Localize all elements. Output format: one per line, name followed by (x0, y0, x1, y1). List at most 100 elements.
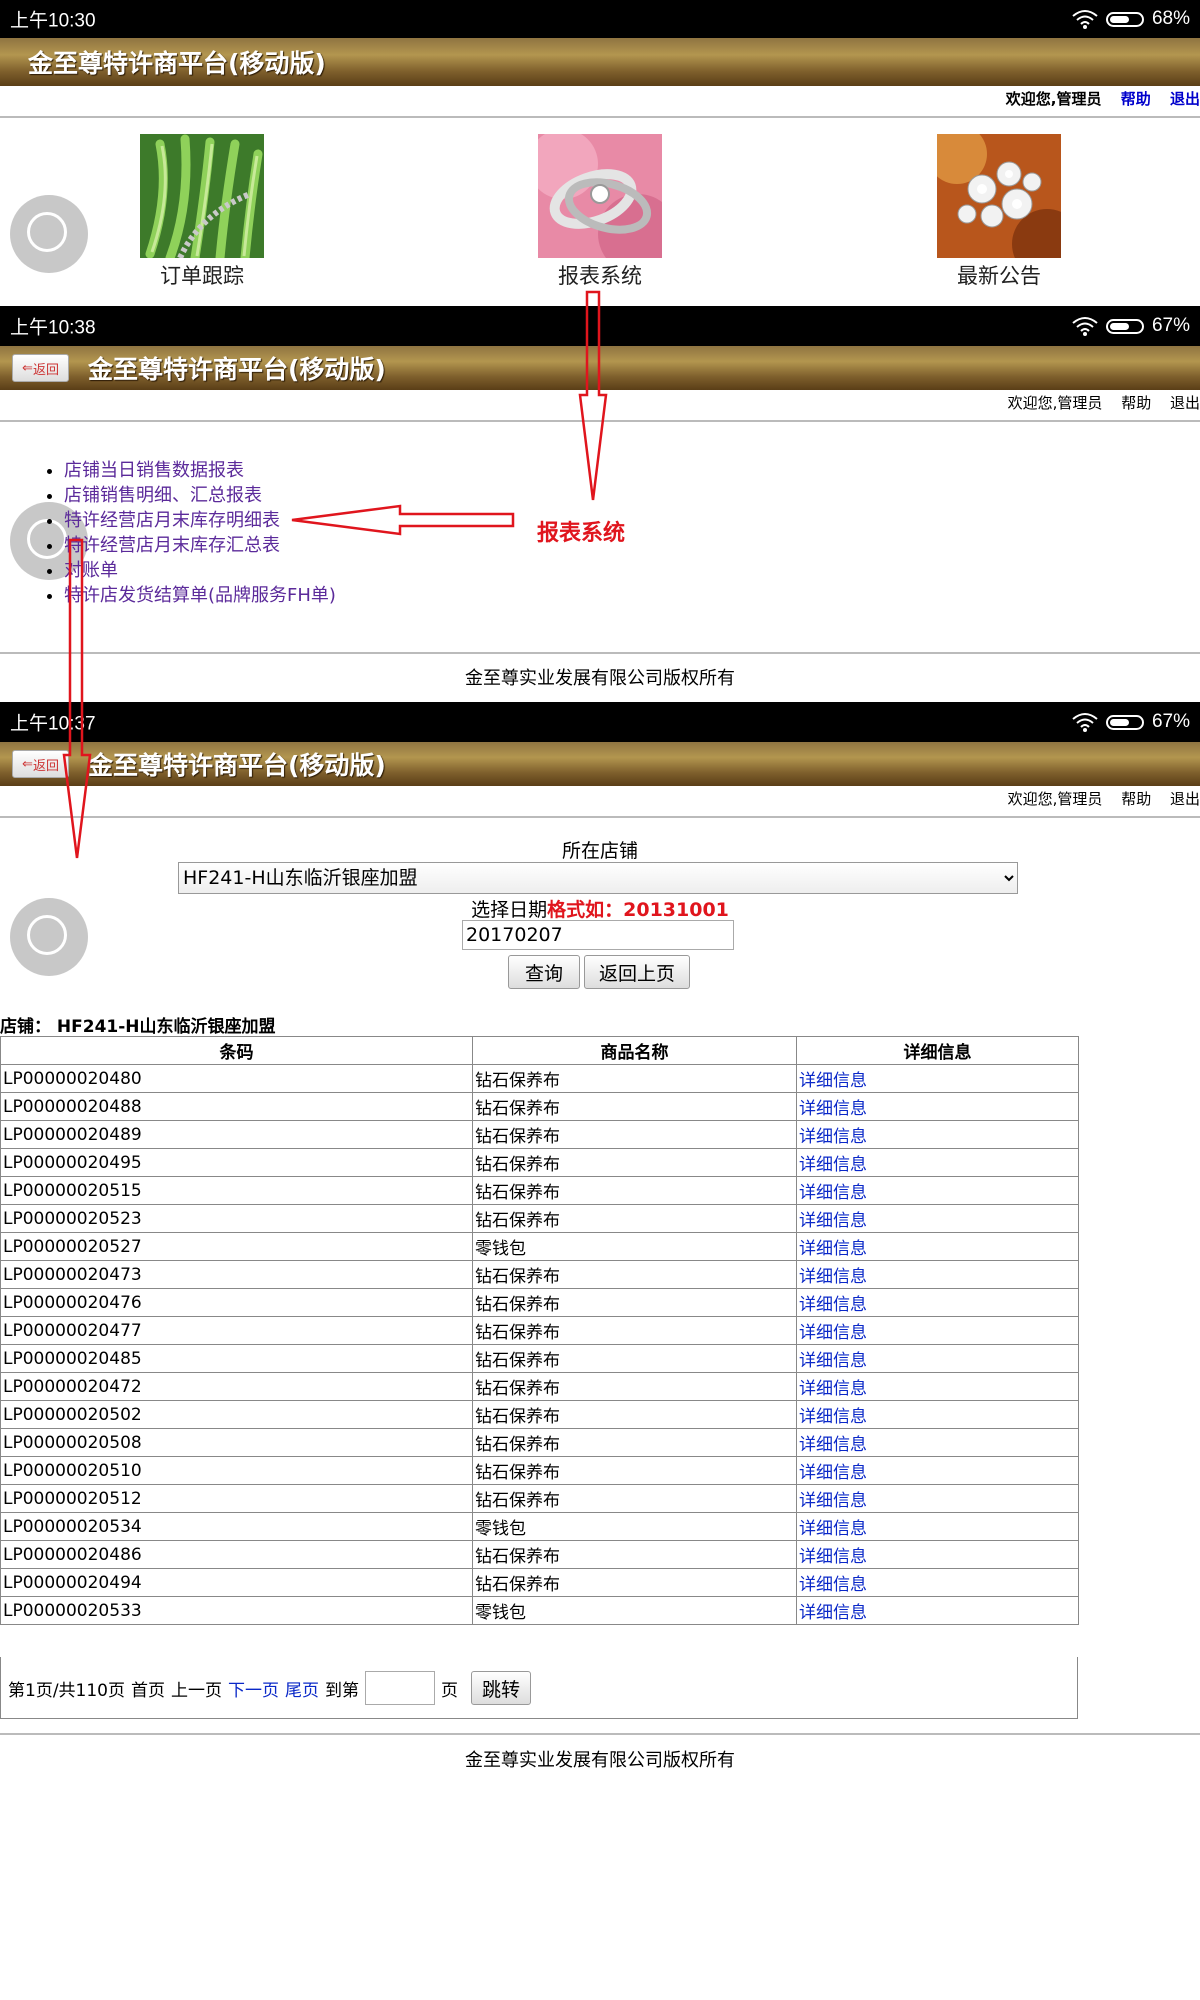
report-link[interactable]: 店铺当日销售数据报表 (64, 460, 244, 481)
welcome-text: 欢迎您,管理员 (1007, 790, 1103, 808)
detail-link[interactable]: 详细信息 (799, 1575, 867, 1595)
detail-cell: 详细信息 (796, 1316, 1079, 1345)
store-select[interactable]: HF241-H山东临沂银座加盟 (178, 862, 1018, 894)
jump-button[interactable]: 跳转 (471, 1671, 532, 1705)
table-row: LP00000020473 钻石保养布 详细信息 (0, 1260, 1079, 1289)
barcode-cell: LP00000020512 (0, 1484, 473, 1513)
report-menu-item[interactable]: 特许经营店月末库存汇总表 (64, 533, 336, 558)
back-page-button[interactable]: 返回上页 (584, 955, 690, 989)
copyright-footer: 金至尊实业发展有限公司版权所有 (465, 668, 735, 689)
detail-link[interactable]: 详细信息 (799, 1127, 867, 1147)
detail-link[interactable]: 详细信息 (799, 1407, 867, 1427)
store-label: 所在店铺 (561, 840, 638, 862)
wifi-icon (1072, 316, 1098, 336)
status-bar-3: 上午10:37 67% (0, 702, 1200, 742)
detail-link[interactable]: 详细信息 (799, 1211, 867, 1231)
app-header-2: ⇐ 返回 金至尊特许商平台(移动版) (0, 346, 1200, 390)
app-title: 金至尊特许商平台(移动版) (28, 49, 326, 78)
detail-link[interactable]: 详细信息 (799, 1603, 867, 1623)
user-bar-3: 欢迎您,管理员 帮助 退出 (994, 788, 1200, 809)
app-title: 金至尊特许商平台(移动版) (88, 355, 386, 384)
inventory-table: 条码 商品名称 详细信息 LP00000020480 钻石保养布 详细信息 LP000… (0, 1036, 1079, 1625)
first-page-label: 首页 (131, 1680, 165, 1701)
status-time: 上午10:38 (10, 317, 96, 339)
detail-link[interactable]: 详细信息 (799, 1099, 867, 1119)
table-row: LP00000020533 零钱包 详细信息 (0, 1596, 1079, 1625)
floating-assist-button[interactable] (10, 195, 88, 273)
barcode-cell: LP00000020485 (0, 1344, 473, 1373)
help-link[interactable]: 帮助 (1121, 394, 1151, 412)
table-row: LP00000020508 钻石保养布 详细信息 (0, 1428, 1079, 1457)
report-link[interactable]: 特许经营店月末库存汇总表 (64, 535, 280, 556)
detail-link[interactable]: 详细信息 (799, 1491, 867, 1511)
table-row: LP00000020488 钻石保养布 详细信息 (0, 1092, 1079, 1121)
divider (0, 652, 1200, 654)
report-link[interactable]: 对账单 (64, 560, 118, 581)
barcode-cell: LP00000020486 (0, 1540, 473, 1569)
help-link[interactable]: 帮助 (1121, 790, 1151, 808)
app-header-3: ⇐ 返回 金至尊特许商平台(移动版) (0, 742, 1200, 786)
report-menu-item[interactable]: 特许店发货结算单(品牌服务FH单) (64, 583, 336, 608)
barcode-cell: LP00000020515 (0, 1176, 473, 1205)
report-link[interactable]: 特许店发货结算单(品牌服务FH单) (64, 585, 336, 606)
detail-link[interactable]: 详细信息 (799, 1295, 867, 1315)
report-link[interactable]: 特许经营店月末库存明细表 (64, 510, 280, 531)
detail-cell: 详细信息 (796, 1428, 1079, 1457)
last-page-link[interactable]: 尾页 (285, 1676, 319, 1701)
barcode-cell: LP00000020494 (0, 1568, 473, 1597)
report-link[interactable]: 店铺销售明细、汇总报表 (64, 485, 262, 506)
logout-link[interactable]: 退出 (1170, 90, 1200, 108)
table-row: LP00000020534 零钱包 详细信息 (0, 1512, 1079, 1541)
detail-link[interactable]: 详细信息 (799, 1071, 867, 1091)
pagination-bar: 第1页/共110页 首页 上一页 下一页 尾页 到第 页 跳转 (0, 1657, 1078, 1719)
detail-link[interactable]: 详细信息 (799, 1379, 867, 1399)
app-title: 金至尊特许商平台(移动版) (88, 751, 386, 780)
detail-link[interactable]: 详细信息 (799, 1351, 867, 1371)
detail-link[interactable]: 详细信息 (799, 1239, 867, 1259)
report-menu-item[interactable]: 店铺销售明细、汇总报表 (64, 483, 336, 508)
barcode-cell: LP00000020523 (0, 1204, 473, 1233)
table-header-row: 条码 商品名称 详细信息 (0, 1036, 1079, 1065)
report-menu-item[interactable]: 特许经营店月末库存明细表 (64, 508, 336, 533)
product-name-cell: 钻石保养布 (472, 1120, 797, 1149)
table-row: LP00000020495 钻石保养布 详细信息 (0, 1148, 1079, 1177)
battery-percent: 67% (1151, 315, 1190, 336)
report-menu-item[interactable]: 对账单 (64, 558, 336, 583)
next-page-link[interactable]: 下一页 (228, 1676, 279, 1701)
table-row: LP00000020512 钻石保养布 详细信息 (0, 1484, 1079, 1513)
detail-cell: 详细信息 (796, 1232, 1079, 1261)
barcode-cell: LP00000020489 (0, 1120, 473, 1149)
detail-link[interactable]: 详细信息 (799, 1463, 867, 1483)
product-name-cell: 钻石保养布 (472, 1260, 797, 1289)
detail-link[interactable]: 详细信息 (799, 1267, 867, 1287)
order-tracking-image (140, 134, 264, 263)
back-button[interactable]: ⇐ 返回 (12, 354, 69, 382)
tile-order-tracking[interactable]: 订单跟踪 (140, 134, 264, 290)
logout-link[interactable]: 退出 (1170, 790, 1200, 808)
product-name-cell: 钻石保养布 (472, 1204, 797, 1233)
detail-link[interactable]: 详细信息 (799, 1183, 867, 1203)
tile-label: 最新公告 (957, 264, 1041, 288)
product-name-cell: 钻石保养布 (472, 1148, 797, 1177)
back-button[interactable]: ⇐ 返回 (12, 750, 69, 778)
query-button[interactable]: 查询 (508, 955, 580, 989)
date-input[interactable] (462, 920, 734, 950)
product-name-cell: 钻石保养布 (472, 1316, 797, 1345)
goto-page-input[interactable] (365, 1671, 435, 1705)
battery-fill (1109, 15, 1130, 23)
battery-icon (1105, 11, 1144, 27)
tile-label: 报表系统 (558, 264, 642, 288)
tile-latest-notice[interactable]: 最新公告 (927, 124, 1082, 290)
detail-link[interactable]: 详细信息 (799, 1323, 867, 1343)
status-time: 上午10:30 (10, 10, 96, 32)
detail-link[interactable]: 详细信息 (799, 1155, 867, 1175)
table-row: LP00000020477 钻石保养布 详细信息 (0, 1316, 1079, 1345)
detail-link[interactable]: 详细信息 (799, 1519, 867, 1539)
tile-report-system[interactable]: 报表系统 (528, 129, 678, 290)
help-link[interactable]: 帮助 (1121, 90, 1151, 108)
product-name-cell: 零钱包 (472, 1596, 797, 1625)
logout-link[interactable]: 退出 (1170, 394, 1200, 412)
detail-link[interactable]: 详细信息 (799, 1435, 867, 1455)
report-menu-item[interactable]: 店铺当日销售数据报表 (64, 458, 336, 483)
detail-link[interactable]: 详细信息 (799, 1547, 867, 1567)
